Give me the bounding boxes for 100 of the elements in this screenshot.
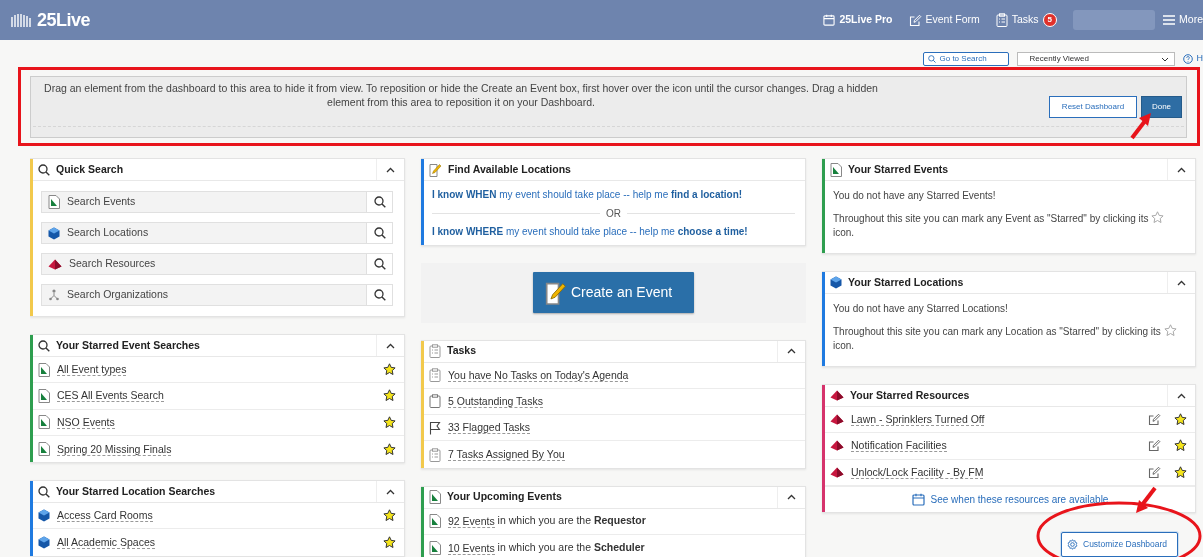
star-icon[interactable] — [383, 363, 396, 377]
panel-title: Your Upcoming Events — [447, 489, 563, 505]
role-text: in which you are the Requestor — [496, 513, 646, 529]
separator-text: OR — [432, 205, 795, 221]
chevron-up-icon — [787, 348, 796, 354]
star-icon — [1163, 324, 1177, 337]
edit-icon[interactable] — [1148, 465, 1161, 479]
star-icon[interactable] — [1174, 413, 1187, 427]
list-link[interactable]: Access Card Rooms — [57, 509, 153, 523]
event-document-icon — [830, 162, 842, 177]
event-count-link[interactable]: 92 Events — [448, 514, 495, 528]
gear-icon — [1067, 538, 1078, 550]
document-pencil-icon — [429, 162, 442, 177]
collapse-button[interactable] — [376, 481, 404, 503]
cube-icon — [38, 509, 50, 523]
search-icon — [927, 55, 936, 63]
list-link[interactable]: CES All Events Search — [57, 389, 164, 403]
star-icon[interactable] — [383, 389, 396, 403]
collapse-button[interactable] — [1167, 272, 1195, 293]
collapse-button[interactable] — [1167, 159, 1195, 180]
star-icon[interactable] — [383, 536, 396, 550]
collapse-button[interactable] — [777, 340, 805, 362]
nav-link[interactable]: 25Live Pro — [823, 12, 893, 28]
create-event-button[interactable]: Create an Event — [533, 272, 694, 313]
chevron-up-icon — [386, 342, 395, 349]
chevron-up-icon — [1177, 279, 1186, 286]
collapse-button[interactable] — [376, 159, 404, 180]
star-icon[interactable] — [383, 415, 396, 429]
list-link[interactable]: 33 Flagged Tasks — [448, 421, 531, 435]
cube-icon — [830, 276, 842, 289]
chevron-up-icon — [386, 488, 395, 495]
search-icon — [38, 339, 50, 352]
done-button[interactable]: Done — [1141, 96, 1182, 118]
hint-text: Throughout this site you can mark any Event as "Starred" by clicking its icon. — [833, 211, 1185, 240]
panel-title: Your Starred Location Searches — [56, 483, 217, 499]
edit-icon[interactable] — [1148, 439, 1161, 453]
availability-link[interactable]: See when these resources are available — [930, 491, 1109, 507]
list-link[interactable]: Unlock/Lock Facility - By FM — [851, 465, 984, 479]
nav-link[interactable]: Tasks 5 — [995, 12, 1058, 28]
pyramid-icon — [830, 414, 844, 426]
collapse-button[interactable] — [1167, 385, 1195, 406]
list-link[interactable]: 7 Tasks Assigned By You — [448, 448, 565, 462]
chevron-up-icon — [386, 166, 395, 173]
collapse-button[interactable] — [777, 486, 805, 508]
pyramid-icon — [830, 440, 844, 452]
event-document-icon — [38, 362, 50, 377]
edit-icon[interactable] — [1148, 413, 1161, 427]
event-document-icon — [38, 388, 50, 403]
flag-icon — [429, 420, 441, 435]
list-link[interactable]: 5 Outstanding Tasks — [448, 394, 543, 408]
help-icon — [1182, 54, 1193, 64]
star-icon[interactable] — [383, 442, 396, 456]
recently-viewed-dropdown[interactable]: Recently Viewed — [1016, 52, 1175, 66]
find-option-link[interactable]: I know WHEN my event should take place -- help me find a location! — [432, 187, 743, 202]
cube-icon — [38, 536, 50, 550]
search-icon — [38, 163, 50, 176]
message-text: You do not have any Starred Locations! — [833, 302, 1009, 316]
role-text: in which you are the Scheduler — [496, 540, 645, 556]
list-link[interactable]: Lawn - Sprinklers Turned Off — [851, 413, 985, 427]
event-count-link[interactable]: 10 Events — [448, 541, 495, 555]
clipboard-icon — [995, 13, 1008, 27]
reset-dashboard-button[interactable]: Reset Dashboard — [1049, 96, 1137, 118]
list-link[interactable]: All Academic Spaces — [57, 536, 156, 550]
chevron-up-icon — [1177, 392, 1186, 399]
star-icon[interactable] — [1174, 465, 1187, 479]
instruction-text: Drag an element from the dashboard to this area to hide it from view. To reposition or hide the Create an Event box, first hover over the icon until the cursor changes. Drag a hidden element from this area to reposition it on your Dashboard. — [43, 81, 879, 109]
list-link[interactable]: You have No Tasks on Today's Agenda — [448, 368, 629, 382]
list-link[interactable]: All Event types — [57, 363, 127, 377]
customize-dashboard-button[interactable]: Customize Dashboard — [1061, 531, 1178, 557]
menu-icon — [1163, 15, 1176, 25]
help-link[interactable]: H — [1182, 52, 1203, 66]
list-link[interactable]: Spring 20 Missing Finals — [57, 442, 172, 456]
star-icon[interactable] — [383, 509, 396, 523]
list-link[interactable]: NSO Events — [57, 415, 115, 429]
annotation-arrow — [1133, 486, 1159, 514]
star-icon[interactable] — [1174, 439, 1187, 453]
event-document-icon — [429, 514, 441, 529]
message-text: You do not have any Starred Events! — [833, 189, 997, 203]
hint-text: Throughout this site you can mark any Location as "Starred" by clicking its icon. — [833, 324, 1185, 353]
sunburst-logo-icon — [11, 13, 33, 27]
collapse-button[interactable] — [376, 335, 404, 356]
calendar-icon — [911, 492, 925, 506]
list-link[interactable]: Notification Facilities — [851, 439, 947, 453]
clipboard-icon — [429, 394, 441, 409]
search-icon — [38, 485, 50, 498]
clipboard-icon — [429, 344, 441, 358]
nav-link[interactable]: Event Form — [908, 12, 980, 28]
menu-link[interactable]: More — [1163, 12, 1203, 28]
panel-title: Your Starred Event Searches — [56, 337, 201, 353]
chevron-up-icon — [787, 494, 796, 501]
panel-title: Your Starred Resources — [850, 387, 971, 403]
edit-icon — [908, 13, 922, 27]
app-logo[interactable]: 25Live — [37, 6, 91, 34]
event-document-icon — [429, 490, 441, 505]
event-document-icon — [38, 415, 50, 430]
caret-icon — [1160, 56, 1169, 62]
calendar-icon — [823, 14, 836, 26]
panel-title: Your Starred Events — [848, 161, 950, 177]
go-to-search-button[interactable]: Go to Search — [922, 52, 1009, 66]
find-option-link[interactable]: I know WHERE my event should take place -- help me choose a time! — [432, 223, 748, 239]
